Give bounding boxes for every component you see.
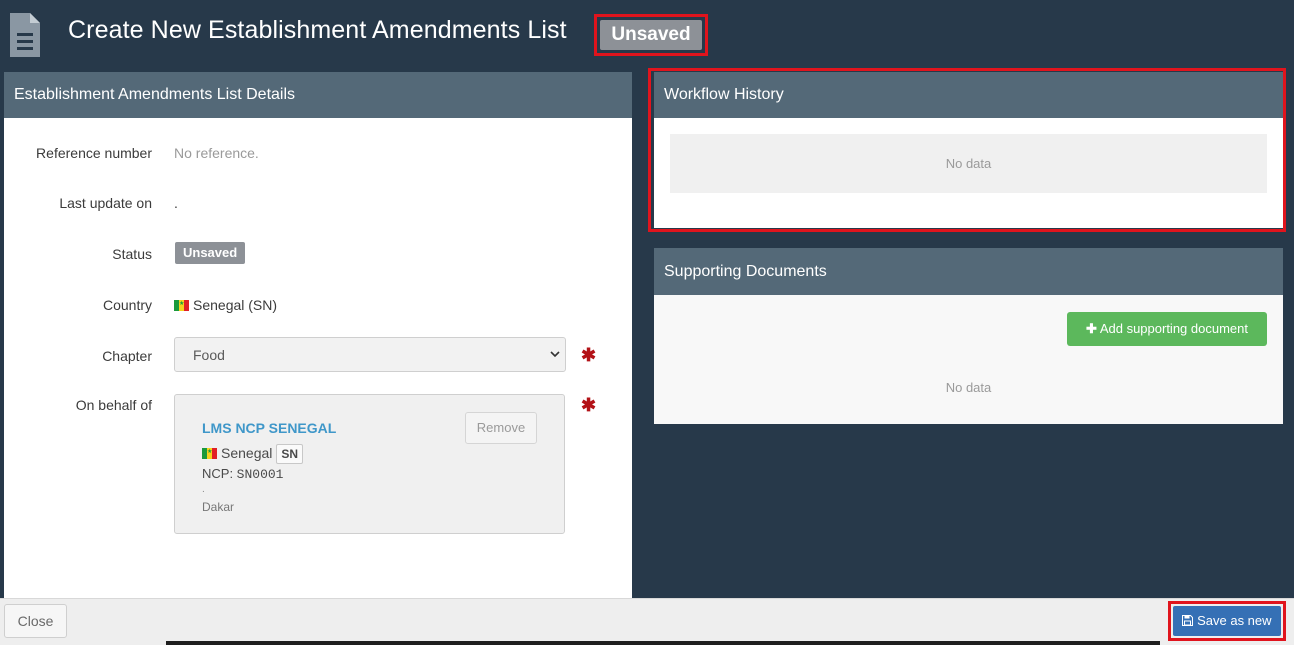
reference-number-value: No reference.	[174, 145, 259, 161]
highlight-frame-workflow	[648, 68, 1286, 232]
country-label: Country	[102, 297, 152, 313]
save-as-new-button[interactable]: Save as new	[1173, 606, 1281, 636]
ncp-code: SN0001	[236, 467, 284, 482]
save-as-new-label: Save as new	[1197, 613, 1272, 628]
ncp-line: NCP: SN0001	[202, 466, 283, 482]
senegal-flag-icon: ★	[174, 300, 189, 311]
add-supporting-document-label: Add supporting document	[1099, 321, 1248, 336]
required-marker-chapter: ✱	[581, 345, 597, 365]
last-update-label: Last update on	[59, 195, 152, 211]
floppy-disk-icon	[1182, 615, 1194, 626]
chevron-down-icon[interactable]	[549, 348, 561, 360]
country-text: Senegal (SN)	[193, 297, 278, 313]
senegal-flag-icon: ★	[202, 448, 217, 459]
chapter-select[interactable]	[174, 337, 566, 372]
ncp-prefix: NCP:	[202, 466, 237, 481]
status-label: Status	[112, 246, 152, 262]
title-status-badge: Unsaved	[600, 20, 702, 50]
chapter-select-value[interactable]: Food	[193, 347, 225, 363]
required-marker-behalf: ✱	[581, 395, 597, 415]
document-icon	[10, 13, 40, 57]
country-value: ★ Senegal (SN)	[174, 297, 277, 313]
organization-city: Dakar	[202, 500, 235, 514]
footer-bar	[0, 598, 1294, 645]
horizontal-scrollbar[interactable]	[166, 641, 1160, 645]
organization-country: ★ Senegal SN	[202, 444, 304, 464]
last-update-value: .	[174, 195, 178, 211]
organization-country-name: Senegal	[221, 445, 273, 461]
close-button[interactable]: Close	[4, 604, 67, 638]
add-supporting-document-button[interactable]: ✚ Add supporting document	[1067, 312, 1267, 346]
country-code-badge: SN	[276, 444, 304, 464]
chapter-label: Chapter	[102, 348, 152, 364]
reference-number-label: Reference number	[36, 145, 152, 161]
documents-empty-state: No data	[945, 380, 992, 395]
address-line: .	[202, 484, 205, 495]
supporting-documents-heading: Supporting Documents	[654, 248, 1283, 295]
organization-link[interactable]: LMS NCP SENEGAL	[202, 420, 336, 436]
remove-button[interactable]: Remove	[465, 412, 537, 444]
on-behalf-of-label: On behalf of	[75, 397, 152, 413]
plus-icon: ✚	[1086, 321, 1097, 336]
details-panel-heading: Establishment Amendments List Details	[4, 72, 632, 118]
page-title: Create New Establishment Amendments List	[68, 16, 567, 44]
status-badge: Unsaved	[175, 242, 246, 264]
